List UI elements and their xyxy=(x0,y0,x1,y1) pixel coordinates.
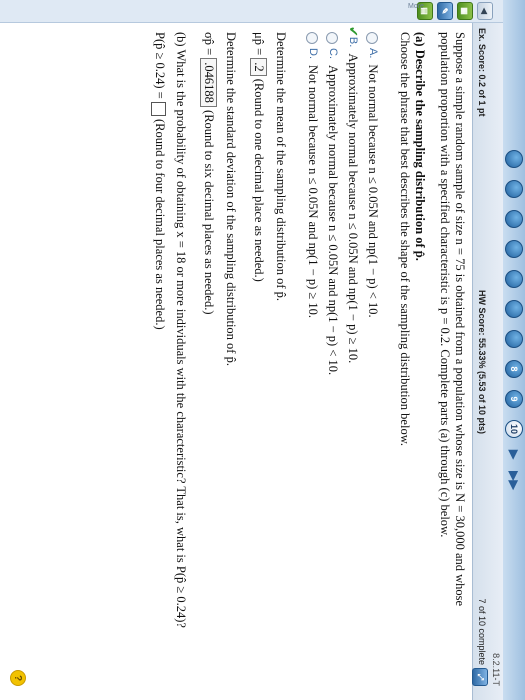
page-dot-8[interactable]: 8 xyxy=(505,360,523,378)
help-me-solve-icon[interactable]: ✎ xyxy=(437,2,453,20)
sd-answer-row: σp̂ = .046188 (Round to six decimal plac… xyxy=(200,32,217,672)
choice-letter: C. xyxy=(327,48,339,59)
sd-prompt: Determine the standard deviation of the … xyxy=(224,32,238,366)
back-icon[interactable]: ◀ xyxy=(477,2,493,20)
page-dot[interactable] xyxy=(505,270,523,288)
expand-icon[interactable]: ⤢ xyxy=(472,668,488,686)
question-intro-line2: population proportion with a specified c… xyxy=(438,32,452,538)
question-intro-line1: Suppose a simple random sample of size n… xyxy=(453,32,467,607)
radio-button[interactable] xyxy=(366,32,379,44)
next-question-arrow-icon[interactable]: ▶ xyxy=(507,450,521,459)
part-b-question: (b) What is the probability of obtaining… xyxy=(174,32,188,628)
page-dot[interactable] xyxy=(505,210,523,228)
mean-answer-input[interactable]: .2 xyxy=(250,58,267,76)
page-dot[interactable] xyxy=(505,240,523,258)
mean-answer-row: μp̂ = .2 (Round to one decimal place as … xyxy=(250,32,267,672)
choice-text: Approximately normal because n ≤ 0.05N a… xyxy=(326,65,340,376)
prob-label: P(p̂ ≥ 0.24) = xyxy=(153,32,167,99)
exercise-score: Ex. Score: 0.2 of 1 pt xyxy=(477,28,487,117)
question-id: 8.2.11-T xyxy=(491,653,501,686)
sd-hint: (Round to six decimal places as needed.) xyxy=(202,110,216,315)
part-a-title: (a) Describe the sampling distribution o… xyxy=(413,32,427,261)
choice-c[interactable]: C. Approximately normal because n ≤ 0.05… xyxy=(325,32,340,672)
sd-label: σp̂ = xyxy=(202,32,216,56)
help-icon[interactable]: ? xyxy=(10,670,26,686)
homework-score: HW Score: 55.33% (5.53 of 10 pts) xyxy=(477,290,487,435)
mean-label: μp̂ = xyxy=(252,32,266,56)
score-bar: 8.2.11-T Ex. Score: 0.2 of 1 pt HW Score… xyxy=(472,0,503,700)
radio-button[interactable] xyxy=(326,32,339,44)
question-content: Suppose a simple random sample of size n… xyxy=(151,26,467,672)
choice-letter: B. xyxy=(347,36,359,48)
choice-text: Not normal because n ≤ 0.05N and np(1 − … xyxy=(306,65,320,319)
radio-button[interactable] xyxy=(306,32,319,44)
choice-letter: A. xyxy=(367,48,379,59)
choice-a[interactable]: A. Not normal because n ≤ 0.05N and np(1… xyxy=(365,32,380,672)
mean-prompt: Determine the mean of the sampling distr… xyxy=(274,32,288,302)
mean-hint: (Round to one decimal place as needed.) xyxy=(252,78,266,282)
question-pager: 8 9 10 ▶ ▶▶ xyxy=(503,0,525,700)
part-a-prompt: Choose the phrase that best describes th… xyxy=(398,32,412,447)
left-toolbar: ◀ ▦ ✎ ▤ More xyxy=(0,0,503,23)
last-question-arrow-icon[interactable]: ▶▶ xyxy=(507,471,521,489)
prob-hint: (Round to four decimal places as needed.… xyxy=(153,118,167,330)
prob-answer-row: P(p̂ ≥ 0.24) = (Round to four decimal pl… xyxy=(151,32,167,672)
choice-letter: D. xyxy=(307,48,319,59)
page-dot-10-current[interactable]: 10 xyxy=(505,420,523,438)
page-dot[interactable] xyxy=(505,150,523,168)
prob-answer-input[interactable] xyxy=(151,101,167,116)
sd-answer-input[interactable]: .046188 xyxy=(200,58,217,107)
tool-icon[interactable]: ▦ xyxy=(457,2,473,20)
choice-d[interactable]: D. Not normal because n ≤ 0.05N and np(1… xyxy=(305,32,320,672)
page-dot[interactable] xyxy=(505,330,523,348)
progress-text: 7 of 10 complete xyxy=(477,598,487,665)
page-dot[interactable] xyxy=(505,300,523,318)
page-dot[interactable] xyxy=(505,180,523,198)
page-dot-9[interactable]: 9 xyxy=(505,390,523,408)
choice-text: Approximately normal because n ≤ 0.05N a… xyxy=(346,53,360,364)
homework-page: 8 9 10 ▶ ▶▶ 8.2.11-T Ex. Score: 0.2 of 1… xyxy=(0,0,525,700)
choice-text: Not normal because n ≤ 0.05N and np(1 − … xyxy=(366,64,380,318)
checkmark-icon: ✔ xyxy=(345,26,360,37)
choice-b-selected[interactable]: ✔ B. Approximately normal because n ≤ 0.… xyxy=(345,26,360,672)
more-label[interactable]: More xyxy=(408,3,424,10)
